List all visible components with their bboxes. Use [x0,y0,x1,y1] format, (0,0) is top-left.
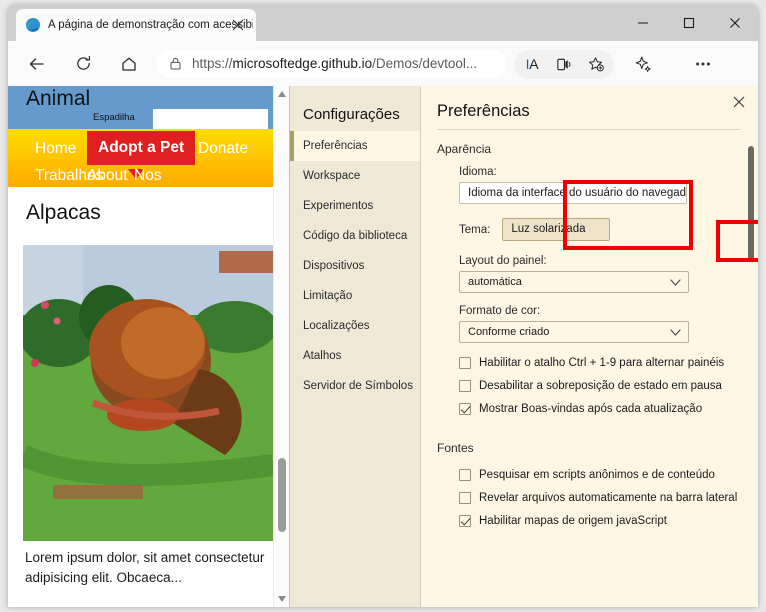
field-formato-cor: Formato de cor: Conforme criado [459,305,740,343]
checkbox-row-mapas-origem[interactable]: Habilitar mapas de origem javaScript [459,515,740,527]
nav-home[interactable]: Home [35,140,76,158]
browser-tab[interactable]: A página de demonstração com acessibilid… [16,9,256,41]
settings-close-icon[interactable] [731,94,747,110]
settings-nav-item-servidor-de-simbolos[interactable]: Servidor de Símbolos [290,371,420,401]
site-title: Animal [26,87,91,110]
add-favorite-star-icon[interactable] [580,50,612,79]
article-text: Lorem ipsum dolor, sit amet consectetur … [25,550,265,585]
checkbox-label-sobreposicao-pausa: Desabilitar a sobreposição de estado em … [479,380,722,392]
select-layout-painel-value: automática [468,276,522,288]
chevron-down-icon [670,279,681,286]
label-layout-painel: Layout do painel: [459,255,547,267]
field-tema: Tema: Luz solarizada [459,218,740,241]
settings-nav-item-dispositivos[interactable]: Dispositivos [290,251,420,281]
lock-icon [170,57,181,70]
checkbox-row-boas-vindas[interactable]: Mostrar Boas-vindas após cada atualizaçã… [459,403,740,415]
checkbox-row-atalho-ctrl[interactable]: Habilitar o atalho Ctrl + 1-9 para alter… [459,357,740,369]
checkbox-mapas-origem[interactable] [459,515,471,527]
maximize-button[interactable] [666,5,712,41]
nav-adopt-a-pet[interactable]: Adopt a Pet [87,131,196,165]
web-page: Animal Espadilha Home Adopt a Pet Donate… [8,86,289,607]
window-controls [620,5,758,41]
devtools-settings: Configurações Preferências Workspace Exp… [289,86,758,607]
toolbar-right-group: IA [514,49,718,79]
site-subtitle: Espadilha [93,112,135,123]
settings-nav-item-experimentos[interactable]: Experimentos [290,191,420,221]
select-tema[interactable]: Luz solarizada [502,218,611,241]
settings-panel: Preferências Aparência Idioma: Idioma da… [421,86,758,607]
checkbox-pesquisar-scripts[interactable] [459,469,471,481]
checkbox-atalho-ctrl[interactable] [459,357,471,369]
tab-title: A página de demonstração com acessibilid… [48,19,253,31]
select-layout-painel[interactable]: automática [459,271,689,293]
settings-nav-item-preferencias[interactable]: Preferências [290,131,420,161]
content-area: Animal Espadilha Home Adopt a Pet Donate… [8,86,758,607]
page-scrollbar-thumb[interactable] [278,458,286,532]
browser-toolbar: https://microsoftedge.github.io/Demos/de… [8,41,758,86]
field-idioma: Idioma: Idioma da interface do usuário d… [459,166,740,204]
scroll-down-arrow-icon[interactable] [277,594,287,604]
browser-window: A página de demonstração com acessibilid… [8,5,758,607]
select-idioma[interactable]: Idioma da interface do usuário do navega… [459,182,687,204]
nav-nos[interactable]: Nos [134,167,162,185]
checkbox-sobreposicao-pausa[interactable] [459,380,471,392]
settings-scrollbar[interactable] [748,146,754,556]
read-aloud-icon[interactable] [548,50,580,79]
checkbox-row-pesquisar-scripts[interactable]: Pesquisar em scripts anônimos e de conte… [459,469,740,481]
site-navbar: Home Adopt a Pet Donate Trabalhos About … [8,129,289,187]
checkbox-label-boas-vindas: Mostrar Boas-vindas após cada atualizaçã… [479,403,703,415]
checkbox-label-mapas-origem: Habilitar mapas de origem javaScript [479,515,667,527]
toolbar-pill: IA [514,49,614,79]
page-scrollbar[interactable] [273,86,289,607]
settings-scrollbar-thumb[interactable] [748,146,754,261]
settings-nav-item-atalhos[interactable]: Atalhos [290,341,420,371]
settings-nav-title: Configurações [303,106,400,123]
address-bar[interactable]: https://microsoftedge.github.io/Demos/de… [156,49,506,78]
settings-nav-item-localizacoes[interactable]: Localizações [290,311,420,341]
home-icon[interactable] [114,49,144,79]
section-heading-fontes: Fontes [437,441,474,455]
checkbox-label-atalho-ctrl: Habilitar o atalho Ctrl + 1-9 para alter… [479,357,725,369]
site-header: Animal Espadilha [8,86,289,129]
label-tema: Tema: [459,223,491,236]
checkbox-row-revelar-arquivos[interactable]: Revelar arquivos automaticamente na barr… [459,492,740,504]
chevron-down-icon [670,329,681,336]
header-whitespace [153,109,268,129]
minimize-button[interactable] [620,5,666,41]
checkbox-revelar-arquivos[interactable] [459,492,471,504]
title-bar: A página de demonstração com acessibilid… [8,5,758,41]
settings-nav-item-codigo-da-biblioteca[interactable]: Código da biblioteca [290,221,420,251]
select-idioma-value: Idioma da interface do usuário do navega… [468,187,687,199]
checkbox-boas-vindas[interactable] [459,403,471,415]
select-formato-cor[interactable]: Conforme criado [459,321,689,343]
close-button[interactable] [712,5,758,41]
label-idioma: Idioma: [459,166,497,178]
nav-about[interactable]: About [87,167,128,185]
select-tema-value: Luz solarizada [511,223,586,235]
checkbox-label-revelar-arquivos: Revelar arquivos automaticamente na barr… [479,492,738,504]
back-arrow-icon[interactable] [22,49,52,79]
tab-close-icon[interactable] [231,18,245,32]
scroll-up-arrow-icon[interactable] [277,89,287,99]
immersive-reader-icon[interactable]: IA [516,50,548,79]
settings-nav-item-limitacao[interactable]: Limitação [290,281,420,311]
field-layout-painel: Layout do painel: automática [459,255,740,293]
alpaca-photo [23,245,273,541]
url-text: https://microsoftedge.github.io/Demos/de… [192,56,478,71]
article-title: Alpacas [26,201,101,224]
edge-logo-icon [26,18,40,32]
checkbox-row-sobreposicao-pausa[interactable]: Desabilitar a sobreposição de estado em … [459,380,740,392]
section-heading-aparencia: Aparência [437,142,492,156]
copilot-sparkle-icon[interactable] [628,49,658,79]
refresh-icon[interactable] [68,49,98,79]
checkbox-label-pesquisar-scripts: Pesquisar em scripts anônimos e de conte… [479,469,715,481]
settings-nav-item-workspace[interactable]: Workspace [290,161,420,191]
settings-panel-title: Preferências [437,102,530,120]
ellipsis-icon[interactable] [688,49,718,79]
label-formato-cor: Formato de cor: [459,305,541,317]
settings-divider [437,129,740,130]
nav-donate[interactable]: Donate [198,140,248,158]
select-formato-cor-value: Conforme criado [468,326,550,338]
settings-nav: Configurações Preferências Workspace Exp… [290,86,421,607]
